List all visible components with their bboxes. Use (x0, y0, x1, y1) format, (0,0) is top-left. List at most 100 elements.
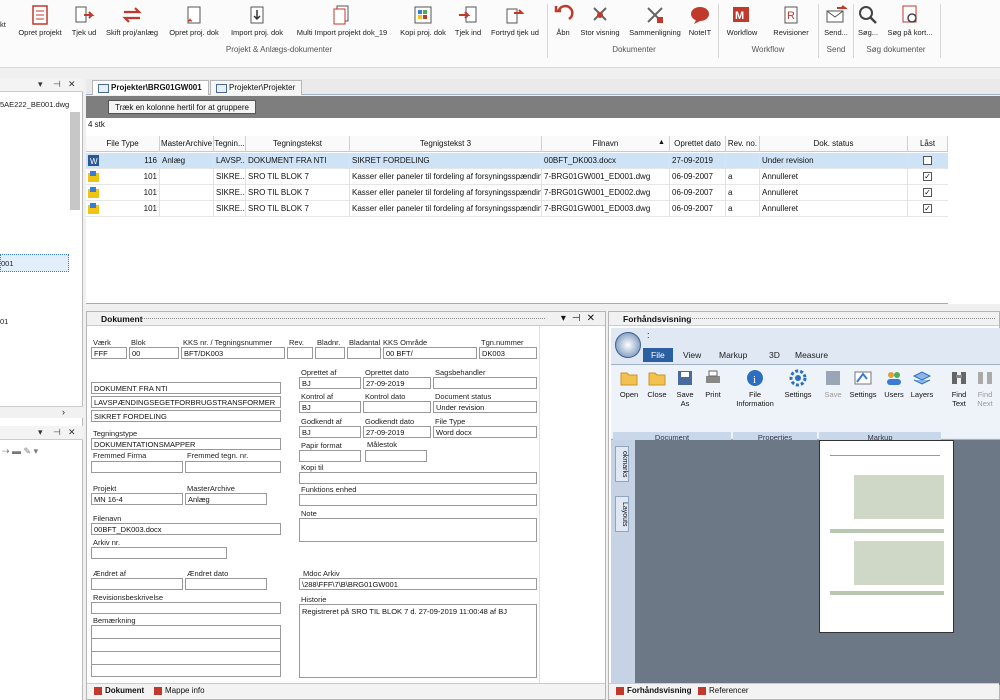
tab-projekter[interactable]: Projekter\Projekter (210, 80, 303, 95)
field-oprettet-dato[interactable]: 27-09-2019 (363, 377, 431, 389)
field-bladnr[interactable] (315, 347, 345, 359)
pane-dropdown-icon[interactable]: ▾ (38, 79, 43, 90)
tjek-ind-button[interactable]: Tjek ind (452, 4, 484, 37)
field-kks[interactable]: BFT/DK003 (181, 347, 285, 359)
viewer-open-button[interactable]: Open (617, 368, 641, 399)
field-kontrol-af[interactable]: BJ (299, 401, 361, 413)
field-kks-omraade[interactable]: 00 BFT/ (383, 347, 477, 359)
field-filenavn[interactable]: 00BFT_DK003.docx (91, 523, 281, 535)
field-aendret-dato[interactable] (185, 578, 267, 590)
tree-item-2[interactable]: 01 (0, 317, 8, 326)
group-by-bar[interactable]: Træk en kolonne hertil for at gruppere (86, 96, 1000, 118)
revisioner-button[interactable]: R Revisioner (768, 4, 814, 37)
col-filnavn[interactable]: Filnavn (542, 136, 670, 152)
opret-proj-dok-button[interactable]: Opret proj. dok (166, 4, 222, 37)
field-arkiv[interactable] (91, 547, 227, 559)
viewer-find-text-button[interactable]: Find Text (947, 368, 971, 408)
field-file-type[interactable]: Word docx (433, 426, 537, 438)
aabn-button[interactable]: Åbn (552, 4, 574, 37)
viewer-save-button[interactable]: Save (823, 368, 843, 399)
col-rev-no[interactable]: Rev. no. (726, 136, 760, 152)
field-aendret-af[interactable] (91, 578, 183, 590)
field-mdoc-arkiv[interactable]: \288\FFF\7\B\BRG01GW001 (299, 578, 537, 590)
field-kopi-til[interactable] (299, 472, 537, 484)
close-icon[interactable]: ✕ (68, 427, 76, 438)
field-tegningstekst-2[interactable]: LAVSPÆNDINGSEGETFORBRUGSTRANSFORMER (91, 396, 281, 408)
col-file-type[interactable]: File Type (86, 136, 160, 152)
laast-checkbox[interactable]: ✓ (923, 204, 932, 213)
viewer-canvas[interactable]: okmarks Layouts (611, 440, 1000, 685)
laast-checkbox[interactable] (923, 156, 932, 165)
table-row[interactable]: 101 SIKRE... SRO TIL BLOK 7 Kasser eller pa… (86, 185, 948, 201)
field-funktions-enhed[interactable] (299, 494, 537, 506)
scrollbar[interactable] (70, 112, 80, 210)
field-blok[interactable]: 00 (129, 347, 179, 359)
field-tegningstekst-3[interactable]: SIKRET FORDELING (91, 410, 281, 422)
viewer-markup-settings-button[interactable]: Settings (847, 368, 879, 399)
soeg-paa-kort-button[interactable]: Søg på kort... (884, 4, 936, 37)
laast-checkbox[interactable]: ✓ (923, 172, 932, 181)
field-tgn[interactable]: DK003 (479, 347, 537, 359)
viewer-close-button[interactable]: Close (645, 368, 669, 399)
toolbar-arrow-icon[interactable]: ⇢ ▬ ✎ ▾ (2, 446, 38, 457)
field-godkendt-af[interactable]: BJ (299, 426, 361, 438)
col-dok-status[interactable]: Dok. status (760, 136, 908, 152)
viewer-settings-button[interactable]: Settings (781, 368, 815, 399)
viewer-tab-view[interactable]: View (683, 350, 701, 360)
sammenligning-button[interactable]: Sammenligning (626, 4, 684, 37)
viewer-tab-file[interactable]: File (643, 348, 673, 362)
field-kontrol-dato[interactable] (363, 401, 431, 413)
viewer-tab-measure[interactable]: Measure (795, 350, 828, 360)
horizontal-scrollbar[interactable]: › (0, 406, 83, 418)
table-row[interactable]: 101 SIKRE... SRO TIL BLOK 7 Kasser eller pa… (86, 169, 948, 185)
viewer-app-button[interactable] (615, 332, 641, 358)
tab-referencer[interactable]: Referencer (697, 686, 749, 695)
field-rev[interactable] (287, 347, 313, 359)
tree-item-file[interactable]: 5AE222_BE001.dwg (0, 100, 69, 109)
viewer-tab-markup[interactable]: Markup (719, 350, 747, 360)
fortryd-tjek-ud-button[interactable]: Fortryd tjek ud (486, 4, 544, 37)
field-oprettet-af[interactable]: BJ (299, 377, 361, 389)
viewer-save-as-button[interactable]: Save As (673, 368, 697, 408)
col-oprettet-dato[interactable]: Oprettet dato (670, 136, 726, 152)
field-maalestok[interactable] (365, 450, 427, 462)
soeg-button[interactable]: Søg... (856, 4, 880, 37)
tree-item-selected[interactable]: 001 (0, 254, 69, 272)
side-tab-layouts[interactable]: Layouts (615, 496, 629, 532)
tab-forhaandsvisning[interactable]: Forhåndsvisning (615, 686, 691, 695)
field-document-status[interactable]: Under revision (433, 401, 537, 413)
workflow-button[interactable]: M Workflow (722, 4, 762, 37)
pin-icon[interactable]: ⊣ (53, 427, 61, 438)
field-revisionsbeskrivelse[interactable] (91, 602, 281, 614)
tab-mappe-info[interactable]: Mappe info (153, 686, 205, 695)
kopi-proj-dok-button[interactable]: Kopi proj. dok (396, 4, 450, 37)
field-historie[interactable]: Registreret på SRO TIL BLOK 7 d. 27-09-2… (299, 604, 537, 678)
tab-brg01gw001[interactable]: Projekter\BRG01GW001 (92, 80, 209, 95)
opret-projekt-button[interactable]: Opret projekt (14, 4, 66, 37)
field-masterarchive[interactable]: Anlæg (185, 493, 267, 505)
tjek-ud-button[interactable]: Tjek ud (68, 4, 100, 37)
pin-icon[interactable]: ⊣ (53, 79, 61, 90)
viewer-find-next-button[interactable]: Find Next (973, 368, 997, 408)
field-papir-format[interactable] (299, 450, 361, 462)
field-tegningstype[interactable]: DOKUMENTATIONSMAPPER (91, 438, 281, 450)
field-godkendt-dato[interactable]: 27-09-2019 (363, 426, 431, 438)
side-tab-bookmarks[interactable]: okmarks (615, 446, 629, 482)
field-projekt[interactable]: MN 16-4 (91, 493, 183, 505)
send-button[interactable]: Send... (822, 4, 850, 37)
noteit-button[interactable]: NoteIT (686, 4, 714, 37)
col-laast[interactable]: Låst (908, 136, 948, 152)
table-row[interactable]: W 116 Anlæg LAVSP... DOKUMENT FRA NTI SIKRET … (86, 153, 948, 169)
col-masterarchive[interactable]: MasterArchive (160, 136, 214, 152)
stor-visning-button[interactable]: Stor visning (578, 4, 622, 37)
viewer-users-button[interactable]: Users (883, 368, 905, 399)
col-tegnin[interactable]: Tegnin... (214, 136, 246, 152)
field-vaerk[interactable]: FFF (91, 347, 127, 359)
import-proj-dok-button[interactable]: Import proj. dok (226, 4, 288, 37)
skift-proj-button[interactable]: Skift proj/anlæg (102, 4, 162, 37)
viewer-layers-button[interactable]: Layers (909, 368, 935, 399)
col-tegningstekst[interactable]: Tegningstekst (246, 136, 350, 152)
table-row[interactable]: 101 SIKRE... SRO TIL BLOK 7 Kasser eller pa… (86, 201, 948, 217)
field-fremmed-tegn[interactable] (185, 461, 281, 473)
multi-import-button[interactable]: Multi Import projekt dok_19 (292, 4, 392, 37)
